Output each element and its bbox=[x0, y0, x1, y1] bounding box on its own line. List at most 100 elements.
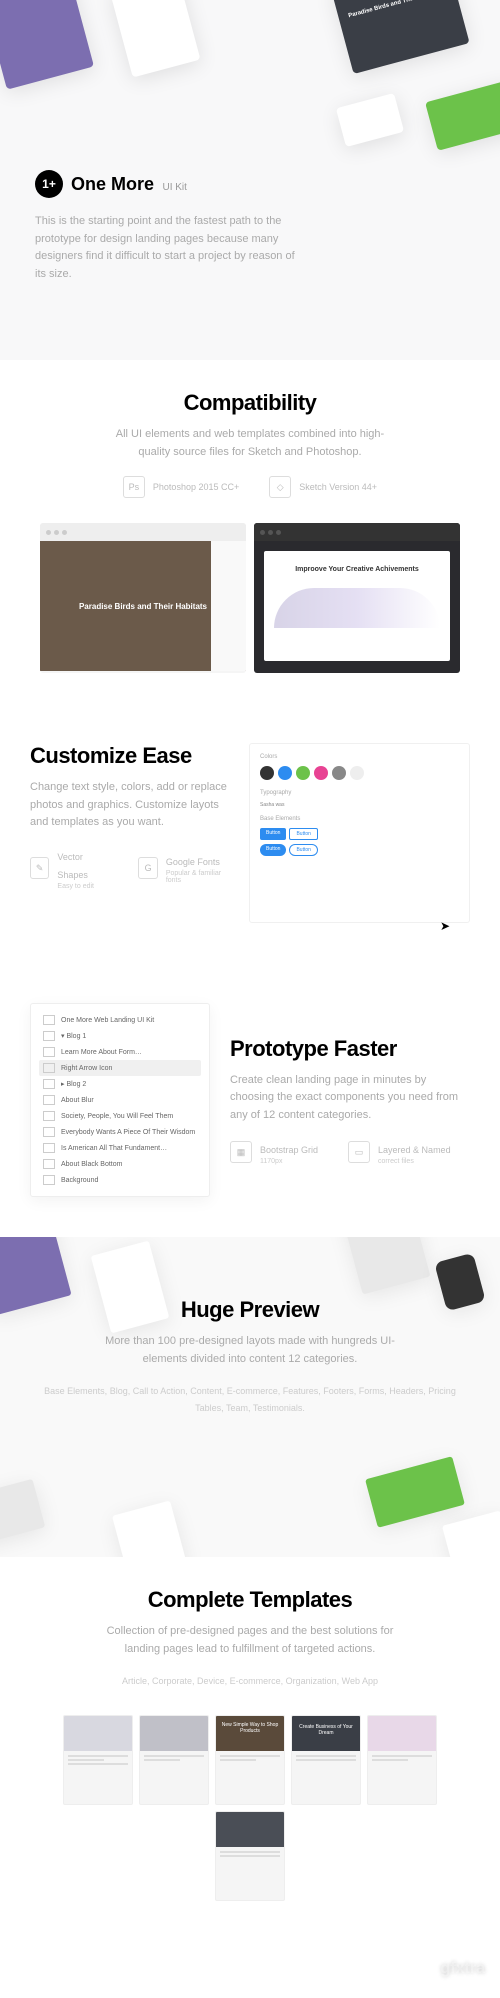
layers-panel: One More Web Landing UI Kit ▾ Blog 1 Lea… bbox=[30, 1003, 210, 1197]
mockup-card-white bbox=[110, 0, 201, 78]
inspector-panel bbox=[211, 541, 246, 671]
traffic-light-icon bbox=[46, 530, 51, 535]
preview-section: Huge Preview More than 100 pre-designed … bbox=[0, 1237, 500, 1557]
sample-button: Button bbox=[260, 844, 286, 856]
app-screenshots: Paradise Birds and Their Habitats Improo… bbox=[40, 523, 460, 673]
feature-text: Vector Shapes Easy to edit bbox=[57, 847, 108, 890]
template-body bbox=[216, 1751, 284, 1767]
photoshop-icon: Ps bbox=[123, 476, 145, 498]
layer-item: Everybody Wants A Piece Of Their Wisdom bbox=[39, 1124, 201, 1140]
layer-item: Learn More About Form… bbox=[39, 1044, 201, 1060]
typography-title: Typography bbox=[260, 790, 459, 796]
prototype-section: One More Web Landing UI Kit ▾ Blog 1 Lea… bbox=[0, 963, 500, 1237]
feature-sublabel: correct files bbox=[378, 1158, 451, 1165]
mockup-card-purple bbox=[0, 0, 94, 90]
customize-heading: Customize Ease bbox=[30, 743, 229, 769]
template-body bbox=[292, 1751, 360, 1767]
feature-sketch: ◇ Sketch Version 44+ bbox=[269, 476, 377, 498]
layer-label: Society, People, You Will Feel Them bbox=[61, 1113, 173, 1120]
customize-features: ✎ Vector Shapes Easy to edit G Google Fo… bbox=[30, 847, 229, 890]
style-guide-panel: Colors Typography Sasha was Base Element… bbox=[249, 743, 470, 923]
canvas-text: Improove Your Creative Achivements bbox=[274, 566, 440, 573]
button-samples: Button Button bbox=[260, 844, 459, 856]
window-titlebar bbox=[40, 523, 246, 541]
layer-label: ▾ Blog 1 bbox=[61, 1032, 86, 1040]
customize-section: Customize Ease Change text style, colors… bbox=[0, 703, 500, 963]
elements-title: Base Elements bbox=[260, 816, 459, 822]
mockup-card-small bbox=[336, 93, 404, 147]
layer-item: About Blur bbox=[39, 1092, 201, 1108]
feature-layers: ▭ Layered & Named correct files bbox=[348, 1140, 451, 1165]
preview-text-content: Huge Preview More than 100 pre-designed … bbox=[40, 1297, 460, 1416]
feature-label: Vector Shapes bbox=[57, 852, 88, 880]
compatibility-features: Ps Photoshop 2015 CC+ ◇ Sketch Version 4… bbox=[40, 476, 460, 498]
template-hero bbox=[140, 1716, 208, 1751]
traffic-light-icon bbox=[62, 530, 67, 535]
template-thumbnail bbox=[139, 1715, 209, 1805]
mockup-card bbox=[112, 1501, 188, 1558]
layer-item: Society, People, You Will Feel Them bbox=[39, 1108, 201, 1124]
template-hero bbox=[64, 1716, 132, 1751]
template-body bbox=[64, 1751, 132, 1771]
colors-title: Colors bbox=[260, 754, 459, 760]
layer-icon bbox=[43, 1015, 55, 1025]
photoshop-screenshot: Improove Your Creative Achivements bbox=[254, 523, 460, 673]
template-thumbnail: New Simple Way to Shop Products bbox=[215, 1715, 285, 1805]
canvas-area: Paradise Birds and Their Habitats bbox=[40, 541, 246, 671]
canvas-area: Improove Your Creative Achivements bbox=[264, 551, 450, 661]
compatibility-heading: Compatibility bbox=[40, 390, 460, 416]
color-swatch bbox=[296, 766, 310, 780]
template-hero bbox=[216, 1812, 284, 1847]
prototype-subtext: Create clean landing page in minutes by … bbox=[230, 1072, 470, 1125]
template-thumbnail bbox=[367, 1715, 437, 1805]
sample-button: Button bbox=[260, 828, 286, 840]
template-thumbnail: Create Business of Your Dream bbox=[291, 1715, 361, 1805]
hero-description: This is the starting point and the faste… bbox=[35, 213, 295, 283]
feature-label: Photoshop 2015 CC+ bbox=[153, 482, 239, 492]
traffic-light-icon bbox=[276, 530, 281, 535]
traffic-light-icon bbox=[260, 530, 265, 535]
layer-item: ▸ Blog 2 bbox=[39, 1076, 201, 1092]
layer-item: One More Web Landing UI Kit bbox=[39, 1012, 201, 1028]
feature-text: Google Fonts Popular & familiar fonts bbox=[166, 852, 229, 884]
template-body bbox=[368, 1751, 436, 1767]
feature-grid: ▦ Bootstrap Grid 1170px bbox=[230, 1140, 318, 1165]
traffic-light-icon bbox=[268, 530, 273, 535]
color-palette bbox=[260, 766, 459, 780]
sketch-screenshot: Paradise Birds and Their Habitats bbox=[40, 523, 246, 673]
font-icon: G bbox=[138, 857, 157, 879]
sample-button: Button bbox=[289, 828, 317, 840]
layer-icon bbox=[43, 1047, 55, 1057]
feature-vector: ✎ Vector Shapes Easy to edit bbox=[30, 847, 108, 890]
templates-subtext: Collection of pre-designed pages and the… bbox=[100, 1623, 400, 1658]
typography-sample: Sasha was bbox=[260, 802, 459, 808]
customize-subtext: Change text style, colors, add or replac… bbox=[30, 779, 229, 832]
layer-icon bbox=[43, 1031, 55, 1041]
cursor-icon: ➤ bbox=[440, 919, 450, 933]
feature-sublabel: Easy to edit bbox=[57, 883, 108, 890]
compatibility-section: Compatibility All UI elements and web te… bbox=[0, 360, 500, 703]
preview-categories: Base Elements, Blog, Call to Action, Con… bbox=[40, 1383, 460, 1415]
mockup-card bbox=[340, 1237, 431, 1295]
layer-item: Background bbox=[39, 1172, 201, 1188]
color-swatch bbox=[332, 766, 346, 780]
hero-section: Paradise Birds and Their Habitats 1+ One… bbox=[0, 0, 500, 360]
templates-heading: Complete Templates bbox=[30, 1587, 470, 1613]
layer-label: One More Web Landing UI Kit bbox=[61, 1017, 154, 1024]
feature-label: Bootstrap Grid bbox=[260, 1145, 318, 1155]
layer-label: Learn More About Form… bbox=[61, 1049, 142, 1056]
layer-icon bbox=[43, 1095, 55, 1105]
hero-collage: Paradise Birds and Their Habitats bbox=[0, 0, 500, 200]
button-samples: Button Button bbox=[260, 828, 459, 840]
layer-label: ▸ Blog 2 bbox=[61, 1080, 86, 1088]
preview-heading: Huge Preview bbox=[40, 1297, 460, 1323]
template-thumbnail bbox=[63, 1715, 133, 1805]
layer-label: Everybody Wants A Piece Of Their Wisdom bbox=[61, 1129, 195, 1136]
layer-label: About Black Bottom bbox=[61, 1161, 122, 1168]
vector-icon: ✎ bbox=[30, 857, 49, 879]
color-swatch bbox=[278, 766, 292, 780]
layers-icon: ▭ bbox=[348, 1141, 370, 1163]
layer-icon bbox=[43, 1159, 55, 1169]
feature-text: Bootstrap Grid 1170px bbox=[260, 1140, 318, 1165]
wave-graphic bbox=[274, 588, 440, 628]
